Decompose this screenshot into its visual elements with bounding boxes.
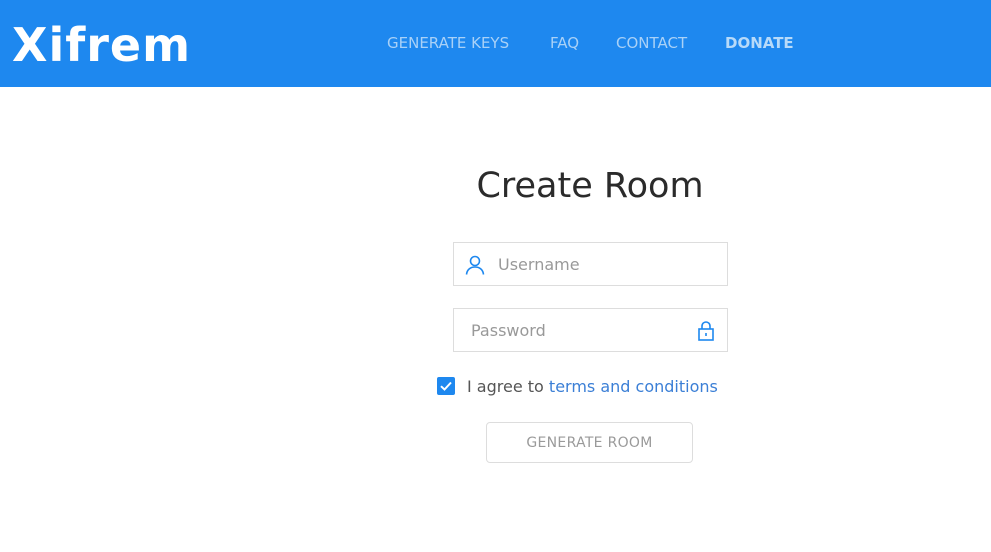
agree-checkbox[interactable] (437, 377, 455, 395)
username-field[interactable] (453, 242, 728, 286)
user-icon (464, 254, 486, 276)
page-title: Create Room (476, 166, 704, 206)
nav-faq[interactable]: FAQ (550, 33, 579, 53)
password-field[interactable] (453, 308, 728, 352)
top-header: Xifrem GENERATE KEYS FAQ CONTACT DONATE (0, 0, 991, 87)
agree-label: I agree to terms and conditions (467, 376, 718, 398)
site-logo[interactable]: Xifrem (12, 14, 191, 76)
nav-donate[interactable]: DONATE (725, 33, 794, 53)
generate-room-button[interactable]: GENERATE ROOM (486, 422, 693, 463)
checkmark-icon (440, 381, 452, 391)
terms-link[interactable]: terms and conditions (549, 377, 718, 396)
agree-prefix: I agree to (467, 377, 549, 396)
password-input[interactable] (471, 309, 691, 351)
username-input[interactable] (498, 243, 718, 285)
lock-icon (695, 320, 717, 342)
nav-contact[interactable]: CONTACT (616, 33, 687, 53)
nav-generate-keys[interactable]: GENERATE KEYS (387, 33, 509, 53)
